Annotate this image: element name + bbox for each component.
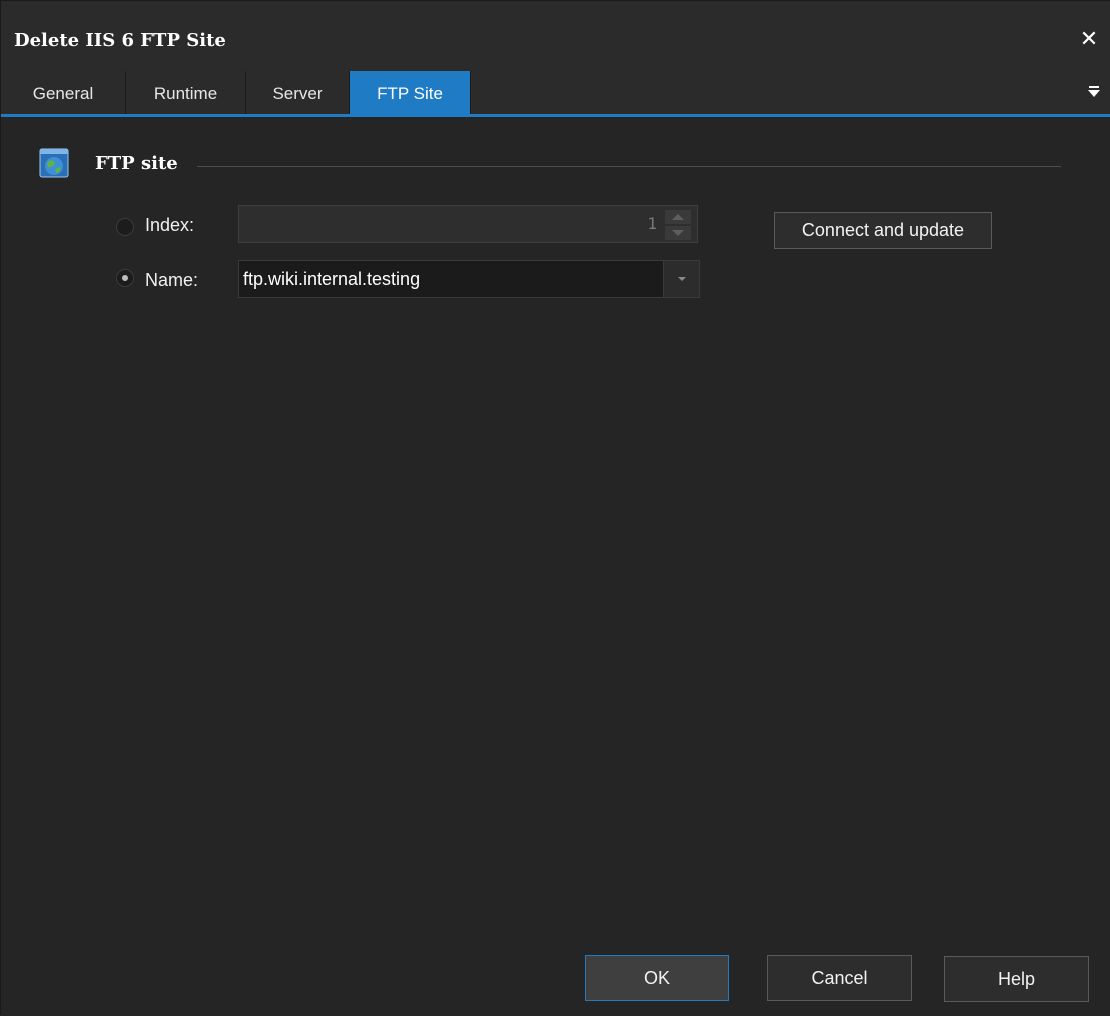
group-divider: [197, 166, 1061, 167]
cancel-button[interactable]: Cancel: [767, 955, 912, 1001]
index-value: 1: [647, 214, 657, 233]
ok-button[interactable]: OK: [585, 955, 729, 1001]
dialog-window: Delete IIS 6 FTP Site ✕ General Runtime …: [0, 0, 1110, 1016]
name-value: ftp.wiki.internal.testing: [243, 269, 421, 289]
name-label: Name:: [145, 270, 199, 290]
tab-ftp-site[interactable]: FTP Site: [350, 71, 471, 114]
index-radio[interactable]: [116, 218, 134, 236]
tab-bar: General Runtime Server FTP Site: [1, 71, 1110, 117]
globe-window-icon: [39, 148, 69, 178]
tab-general[interactable]: General: [1, 71, 126, 114]
connect-and-update-button[interactable]: Connect and update: [774, 212, 992, 249]
spin-arrows-icon[interactable]: [665, 210, 691, 240]
tab-runtime[interactable]: Runtime: [126, 71, 246, 114]
radio-selected-dot: [122, 275, 128, 281]
tab-server[interactable]: Server: [246, 71, 350, 114]
tab-overflow-menu-icon[interactable]: [1087, 85, 1101, 99]
group-title: FTP site: [95, 153, 178, 174]
tab-content-panel: [1, 117, 1110, 1016]
close-icon[interactable]: ✕: [1077, 27, 1101, 51]
chevron-down-icon: [678, 277, 686, 281]
index-label: Index:: [145, 215, 195, 235]
name-radio[interactable]: [116, 269, 134, 287]
help-button[interactable]: Help: [944, 956, 1089, 1002]
combo-dropdown-button[interactable]: [663, 261, 699, 297]
name-combo-field[interactable]: ftp.wiki.internal.testing: [238, 260, 700, 298]
index-spin-field[interactable]: 1: [238, 205, 698, 243]
dialog-title: Delete IIS 6 FTP Site: [14, 30, 226, 51]
title-bar: Delete IIS 6 FTP Site ✕: [1, 1, 1110, 71]
